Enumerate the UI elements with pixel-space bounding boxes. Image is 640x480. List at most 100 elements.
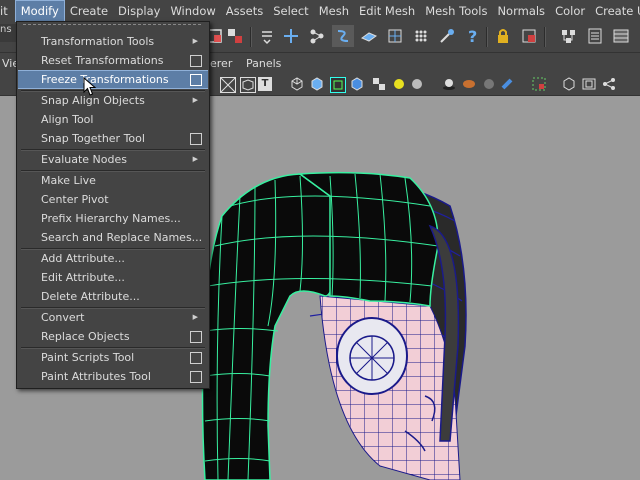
antialias-icon[interactable] [500,77,514,91]
mouse-cursor-icon [83,77,97,96]
xray-icon[interactable] [350,77,364,91]
menu-item-transformation-tools[interactable]: Transformation Tools ▶ [18,32,208,51]
light-default-icon[interactable] [392,77,406,91]
option-box-icon[interactable] [190,352,202,364]
text-toggle-icon[interactable]: T [258,77,272,91]
panel-menu-panels[interactable]: Panels [246,57,281,70]
menu-modify[interactable]: Modify [14,0,65,22]
wireframe-on-shaded-icon[interactable] [330,77,346,93]
channel-box-icon[interactable] [610,25,632,47]
menu-item-label: Snap Together Tool [41,132,145,145]
left-strip-label: ns [0,24,12,35]
option-box-icon[interactable] [190,371,202,383]
menu-item-label: Make Live [41,174,96,187]
smooth-shade-icon[interactable] [310,77,324,91]
grid-toggle-icon[interactable] [220,77,236,93]
select-camera-icon[interactable] [518,25,540,47]
menu-create-uvs[interactable]: Create UVs [590,0,640,22]
menu-item-delete-attribute[interactable]: Delete Attribute... [18,287,208,306]
snap-surface-icon[interactable] [358,25,380,47]
construction-history-icon[interactable] [436,25,458,47]
snap-point-icon[interactable] [306,25,328,47]
menu-edit-fragment[interactable]: it [0,0,15,22]
menu-item-paint-attributes-tool[interactable]: Paint Attributes Tool [18,367,208,386]
menu-item-reset-transformations[interactable]: Reset Transformations [18,51,208,70]
menu-item-snap-align-objects[interactable]: Snap Align Objects ▶ [18,91,208,110]
menu-item-label: Transformation Tools [41,35,155,48]
menu-item-label: Replace Objects [41,330,130,343]
modify-dropdown-menu: Transformation Tools ▶ Reset Transformat… [16,21,210,389]
option-box-icon[interactable] [190,133,202,145]
isolate-select-icon[interactable] [532,77,546,91]
menu-item-label: Delete Attribute... [41,290,140,303]
bounding-box-icon[interactable] [562,77,576,91]
menu-item-label: Center Pivot [41,193,109,206]
snap-view-icon[interactable] [332,25,354,47]
share-icon[interactable] [602,77,616,91]
shadows-icon[interactable] [442,77,456,91]
menu-item-search-replace-names[interactable]: Search and Replace Names... [18,228,208,247]
menu-display[interactable]: Display [113,0,165,22]
menu-item-label: Prefix Hierarchy Names... [41,212,181,225]
menu-assets[interactable]: Assets [221,0,268,22]
menu-item-label: Search and Replace Names... [41,231,203,244]
wireframe-mode-icon[interactable] [290,77,304,91]
menu-item-snap-together-tool[interactable]: Snap Together Tool [18,129,208,148]
menu-item-label: Reset Transformations [41,54,164,67]
menu-normals[interactable]: Normals [492,0,550,22]
menu-window[interactable]: Window [165,0,220,22]
menu-item-label: Evaluate Nodes [41,153,127,166]
option-box-icon[interactable] [190,55,202,67]
menu-mesh-tools[interactable]: Mesh Tools [420,0,492,22]
menu-item-center-pivot[interactable]: Center Pivot [18,190,208,209]
help-icon[interactable]: ? [462,25,484,47]
menu-edit-mesh[interactable]: Edit Mesh [354,0,420,22]
menu-item-label: Align Tool [41,113,94,126]
history-icon[interactable] [410,25,432,47]
submenu-arrow-icon: ▶ [192,37,198,45]
menu-item-label: Add Attribute... [41,252,125,265]
menu-item-evaluate-nodes[interactable]: Evaluate Nodes ▶ [18,150,208,169]
menu-color[interactable]: Color [550,0,590,22]
menu-item-add-attribute[interactable]: Add Attribute... [18,249,208,268]
outliner-icon[interactable] [558,25,580,47]
menu-select[interactable]: Select [268,0,313,22]
menu-item-label: Freeze Transformations [41,73,169,86]
motion-blur-icon[interactable] [482,77,496,91]
menu-item-label: Paint Attributes Tool [41,370,151,383]
resolution-gate-icon[interactable] [582,77,596,91]
menu-item-align-tool[interactable]: Align Tool [18,110,208,129]
menu-item-edit-attribute[interactable]: Edit Attribute... [18,268,208,287]
menu-item-convert[interactable]: Convert ▶ [18,308,208,327]
menu-mesh[interactable]: Mesh [314,0,354,22]
left-strip-tab[interactable]: ns [0,24,16,42]
svg-text:?: ? [468,27,477,45]
menu-item-freeze-transformations[interactable]: Freeze Transformations [18,70,208,89]
menu-item-replace-objects[interactable]: Replace Objects [18,327,208,346]
snap-grid-icon[interactable] [256,25,278,47]
make-live-icon[interactable] [384,25,406,47]
camera-attributes-icon[interactable] [240,77,256,93]
menu-tear-off[interactable] [23,24,201,27]
option-box-icon[interactable] [190,331,202,343]
submenu-arrow-icon: ▶ [192,155,198,163]
menu-item-prefix-hierarchy-names[interactable]: Prefix Hierarchy Names... [18,209,208,228]
submenu-arrow-icon: ▶ [192,313,198,321]
panel-menu-renderer[interactable]: erer [210,57,232,70]
menu-item-label: Edit Attribute... [41,271,125,284]
checker-icon[interactable] [372,77,386,91]
option-box-icon[interactable] [190,74,202,86]
submenu-arrow-icon: ▶ [192,96,198,104]
light-all-icon[interactable] [410,77,424,91]
snap-curve-icon[interactable] [280,25,302,47]
attribute-editor-icon[interactable] [584,25,606,47]
menu-item-make-live[interactable]: Make Live [18,171,208,190]
menu-item-paint-scripts-tool[interactable]: Paint Scripts Tool [18,348,208,367]
menu-item-label: Convert [41,311,85,324]
menu-create[interactable]: Create [65,0,113,22]
menu-item-label: Paint Scripts Tool [41,351,135,364]
main-menu-bar: it Modify Create Display Window Assets S… [0,0,640,23]
lock-icon[interactable] [492,25,514,47]
paint-select-icon[interactable] [224,25,246,47]
ambient-occlusion-icon[interactable] [462,77,476,91]
